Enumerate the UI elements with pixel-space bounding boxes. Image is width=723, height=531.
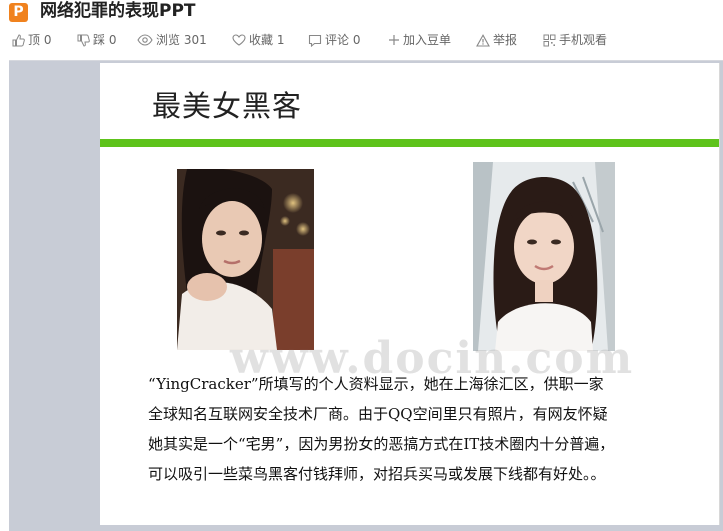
- slide-title: 最美女黑客: [152, 89, 303, 123]
- report-button[interactable]: 举报: [476, 31, 517, 49]
- mobile-view-button[interactable]: 手机观看: [543, 31, 607, 49]
- slide-page: 最美女黑客 www.docin.com “YingCracker”所填写的个人资…: [100, 63, 720, 525]
- document-toolbar: 顶 0 踩 0 浏览 301 收藏 1 评论 0 加入豆单 举报 手机观看: [0, 27, 723, 53]
- views-counter: 浏览 301: [137, 31, 207, 49]
- document-title: 网络犯罪的表现PPT: [40, 1, 196, 21]
- ppt-file-icon: P: [9, 3, 28, 22]
- upvote-button[interactable]: 顶 0: [12, 31, 51, 49]
- title-underline: [100, 139, 719, 147]
- favorite-label: 收藏 1: [249, 33, 285, 47]
- document-header: P 网络犯罪的表现PPT: [0, 0, 723, 24]
- document-page: P 网络犯罪的表现PPT 顶 0 踩 0 浏览 301 收藏 1 评论 0 加入…: [0, 0, 723, 531]
- eye-icon: [137, 34, 156, 46]
- body-line-1: “YingCracker”所填写的个人资料显示，她在上海徐汇区，供职一家: [148, 375, 604, 393]
- body-line-4: 可以吸引一些菜鸟黑客付钱拜师，对招兵买马或发展下线都有好处。。: [148, 465, 606, 483]
- photo-portrait-right: [473, 162, 615, 351]
- warning-icon: [476, 33, 493, 47]
- qr-code-icon: [543, 34, 559, 47]
- report-label: 举报: [493, 33, 518, 47]
- favorite-button[interactable]: 收藏 1: [232, 31, 284, 49]
- views-label: 浏览 301: [156, 33, 207, 47]
- photo-portrait-left: [177, 169, 314, 350]
- add-to-list-button[interactable]: 加入豆单: [388, 31, 451, 49]
- heart-icon: [232, 34, 249, 46]
- mobile-view-label: 手机观看: [559, 33, 608, 47]
- comment-icon: [308, 34, 325, 47]
- upvote-label: 顶 0: [28, 33, 52, 47]
- add-to-list-label: 加入豆单: [403, 33, 452, 47]
- body-line-3: 她其实是一个“宅男”，因为男扮女的恶搞方式在IT技术圈内十分普遍，: [148, 435, 615, 453]
- slide-body-text: “YingCracker”所填写的个人资料显示，她在上海徐汇区，供职一家 全球知…: [148, 369, 704, 489]
- body-line-2: 全球知名互联网安全技术厂商。由于QQ空间里只有照片，有网友怀疑: [148, 405, 608, 423]
- thumb-down-icon: [77, 34, 93, 47]
- downvote-label: 踩 0: [93, 33, 117, 47]
- thumb-up-icon: [12, 33, 28, 47]
- downvote-button[interactable]: 踩 0: [77, 31, 116, 49]
- comment-label: 评论 0: [325, 33, 361, 47]
- comment-button[interactable]: 评论 0: [308, 31, 360, 49]
- plus-icon: [388, 34, 403, 46]
